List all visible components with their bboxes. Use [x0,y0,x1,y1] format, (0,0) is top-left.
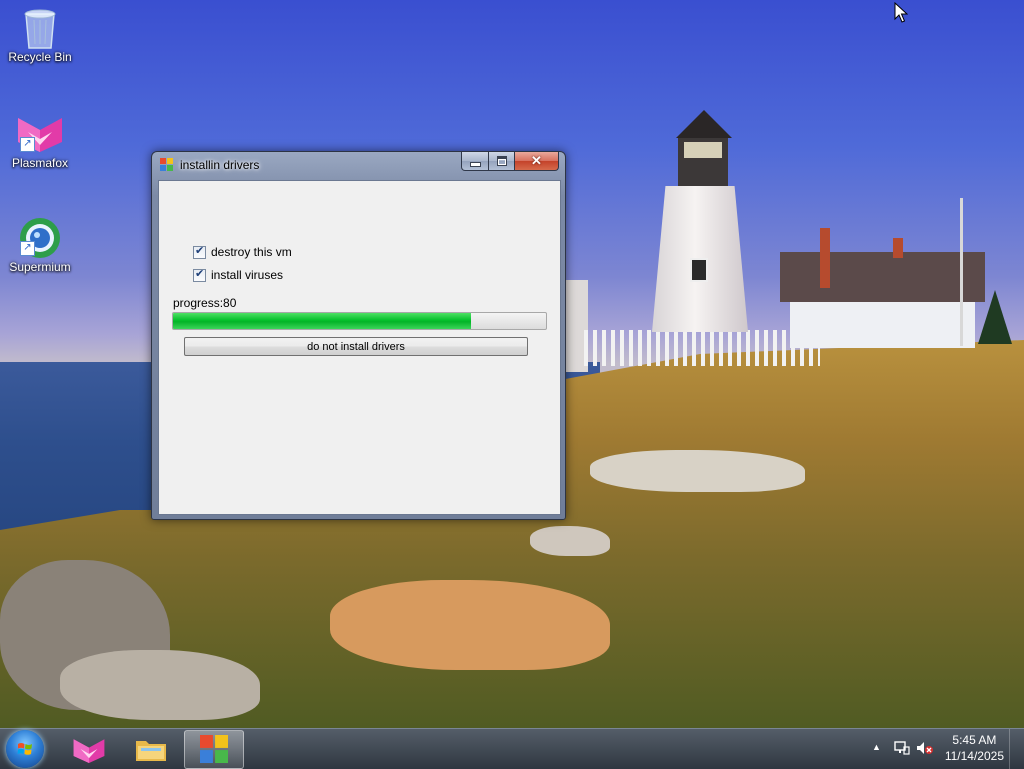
taskbar-installer-app[interactable] [184,730,244,769]
desktop-icon-label: Plasmafox [11,156,69,170]
lighthouse-window [690,258,708,282]
caption-buttons: ✕ [461,152,559,171]
wallpaper-rock [330,580,610,670]
wallpaper-flagpole [960,198,963,346]
progress-bar-fill [173,313,472,329]
show-desktop-button[interactable] [1009,729,1024,769]
window-client-area: ✔ destroy this vm ✔ install viruses prog… [158,180,561,515]
window-title: installin drivers [180,158,260,172]
wallpaper-rock [530,526,610,556]
wallpaper-tree [978,290,1012,344]
desktop-icon-label: Recycle Bin [8,50,72,64]
plasmafox-icon: ↗ [18,112,62,152]
checkmark-icon: ✔ [195,244,205,257]
wallpaper-house [780,252,985,348]
start-button[interactable] [6,730,44,768]
checkbox-label: install viruses [211,268,284,282]
mouse-cursor-icon [894,1,909,27]
house-body [790,302,975,348]
taskbar-plasmafox[interactable] [60,730,118,767]
network-icon[interactable] [894,741,910,758]
house-roof [780,252,985,302]
house-chimney [820,228,830,288]
plasmafox-icon [73,739,105,763]
checkbox-label: destroy this vm [211,245,292,259]
checkbox-box[interactable]: ✔ [193,267,206,282]
house-chimney [893,238,903,258]
close-icon: ✕ [531,153,542,168]
minimize-icon [469,161,481,167]
lighthouse-roof [676,110,732,138]
wallpaper-rock [590,450,805,492]
progress-bar [172,312,547,330]
installer-app-icon [200,735,228,763]
close-button[interactable]: ✕ [515,152,559,171]
shortcut-arrow-icon: ↗ [20,137,35,152]
supermium-icon: ↗ [20,216,60,258]
taskbar-file-explorer[interactable] [122,730,180,767]
lighthouse-glass [684,142,722,158]
file-explorer-icon [136,741,166,761]
checkbox-install-viruses[interactable]: ✔ install viruses [193,268,283,282]
show-hidden-icons-icon[interactable]: ▲ [872,742,881,752]
installer-window[interactable]: installin drivers ✕ ✔ destroy this vm ✔ … [151,151,566,520]
clock-date: 11/14/2025 [944,749,1004,763]
minimize-button[interactable] [461,152,489,171]
clock-time: 5:45 AM [952,733,997,747]
wallpaper-rock [60,650,260,720]
recycle-bin-icon [20,6,60,49]
window-titlebar[interactable]: installin drivers ✕ [152,152,565,178]
system-tray: ▲ 5:45 AM 11/14/2025 [864,729,1024,769]
maximize-icon [496,156,507,166]
shortcut-arrow-icon: ↗ [20,241,35,256]
taskbar-clock[interactable]: 5:45 AM 11/14/2025 [945,732,1004,764]
maximize-button[interactable] [489,152,515,171]
desktop-icon-supermium[interactable]: ↗ Supermium [0,216,80,274]
progress-label: progress:80 [173,296,237,310]
window-app-icon [160,158,173,171]
volume-muted-icon[interactable] [916,741,934,758]
desktop-icon-plasmafox[interactable]: ↗ Plasmafox [0,112,80,170]
desktop-icon-label: Supermium [9,260,71,274]
taskbar: ▲ 5:45 AM 11/14/2025 [0,728,1024,769]
checkbox-box[interactable]: ✔ [193,244,206,259]
do-not-install-button[interactable]: do not install drivers [184,337,528,356]
windows-logo-icon [17,743,32,755]
checkbox-destroy-vm[interactable]: ✔ destroy this vm [193,245,292,259]
desktop-icon-recycle-bin[interactable]: Recycle Bin [0,6,80,64]
checkmark-icon: ✔ [195,267,205,280]
